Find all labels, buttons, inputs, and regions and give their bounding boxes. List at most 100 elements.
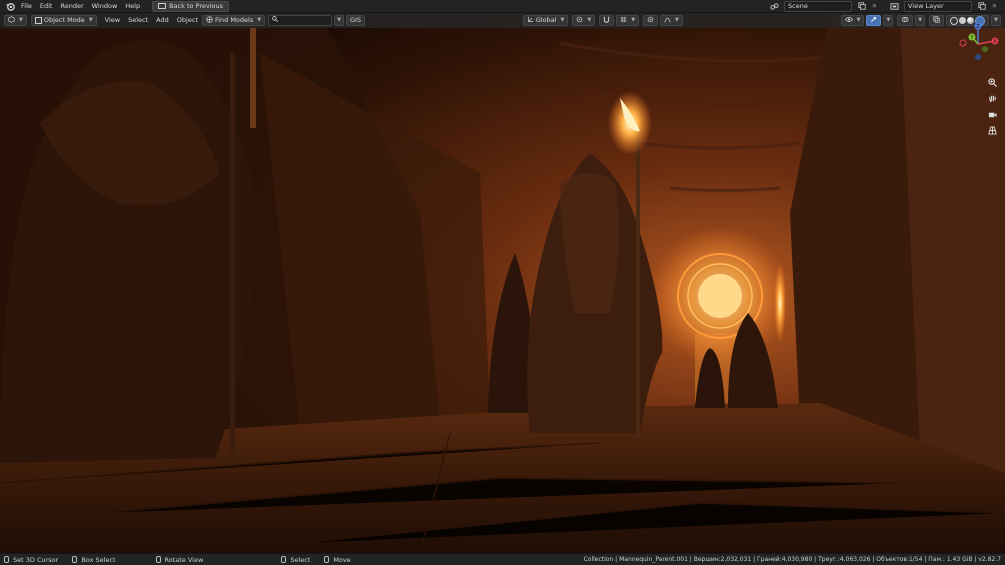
transform-orientation-dropdown[interactable]: Global ▼ xyxy=(522,15,569,26)
overlays-dropdown[interactable]: ▼ xyxy=(915,15,926,26)
magnet-icon xyxy=(603,16,610,26)
xray-icon xyxy=(933,15,940,26)
chevron-down-icon: ▼ xyxy=(631,17,636,23)
screen-icon xyxy=(158,3,167,9)
camera-icon xyxy=(988,112,997,117)
render-scene xyxy=(0,13,1005,553)
status-rotate-view: Rotate View xyxy=(155,555,204,564)
chevron-down-icon: ▼ xyxy=(337,17,341,23)
scene-name-field[interactable]: Scene xyxy=(784,0,852,12)
snap-element-dropdown[interactable]: ▼ xyxy=(616,15,640,26)
gizmo-dropdown[interactable]: ▼ xyxy=(883,15,894,26)
mouse-drag-icon xyxy=(72,556,78,563)
menu-file[interactable]: File xyxy=(17,0,36,13)
grid-perspective-icon xyxy=(987,125,997,135)
chevron-down-icon: ▼ xyxy=(856,17,861,23)
neg-y-axis-handle[interactable] xyxy=(982,46,988,52)
mouse-right-icon xyxy=(281,556,287,563)
navigation-gizmo[interactable]: Z X Y xyxy=(955,21,1001,67)
snap-toggle[interactable] xyxy=(599,15,615,26)
left-staff xyxy=(230,53,235,453)
status-select: Select xyxy=(281,556,310,564)
status-move: Move xyxy=(324,555,351,564)
search-icon xyxy=(272,16,279,25)
pivot-point-dropdown[interactable]: ▼ xyxy=(572,15,596,26)
mouse-left-icon xyxy=(4,556,9,563)
close-scene-icon[interactable]: ✕ xyxy=(869,1,880,12)
mouse-drag-icon xyxy=(324,556,330,563)
chevron-down-icon: ▼ xyxy=(560,17,565,23)
view-layer-icon[interactable] xyxy=(889,1,900,12)
z-axis-label: Z xyxy=(976,24,980,30)
scene-statistics: Collection | Mannequin_Parent.001 | Верш… xyxy=(583,556,1001,563)
globe-icon xyxy=(206,15,213,26)
menu-view[interactable]: View xyxy=(101,14,124,27)
visibility-dropdown[interactable]: ▼ xyxy=(840,15,865,26)
status-box-select-label: Box Select xyxy=(81,555,116,564)
menu-window[interactable]: Window xyxy=(88,0,122,13)
chevron-down-icon: ▼ xyxy=(675,17,679,23)
menu-edit[interactable]: Edit xyxy=(36,0,57,13)
perspective-toggle[interactable] xyxy=(986,124,998,136)
status-move-label: Move xyxy=(333,555,351,564)
overlays-toggle[interactable] xyxy=(897,15,914,26)
camera-view-tool[interactable] xyxy=(986,108,998,120)
find-models-label: Find Models xyxy=(214,16,254,24)
falloff-dropdown[interactable]: ▼ xyxy=(660,15,683,26)
zoom-tool[interactable] xyxy=(986,76,998,88)
pan-tool[interactable] xyxy=(986,92,998,104)
pivot-icon xyxy=(576,16,583,26)
portal-core xyxy=(698,274,742,318)
top-bar: File Edit Render Window Help Back to Pre… xyxy=(0,0,1005,13)
3d-view-icon xyxy=(8,15,15,26)
chevron-down-icon: ▼ xyxy=(257,17,262,23)
eye-icon xyxy=(844,16,853,26)
status-rotate-view-label: Rotate View xyxy=(164,555,204,564)
overlays-icon xyxy=(901,16,909,26)
mode-dropdown[interactable]: Object Mode ▼ xyxy=(30,15,97,26)
right-flame xyxy=(774,263,786,343)
status-box-select: Box Select xyxy=(72,555,116,564)
view-layer-field[interactable]: View Layer xyxy=(904,0,972,12)
status-select-label: Select xyxy=(290,555,311,564)
menu-add[interactable]: Add xyxy=(152,14,173,27)
3d-viewport[interactable] xyxy=(0,13,1005,553)
xray-toggle[interactable] xyxy=(929,15,945,26)
chevron-down-icon: ▼ xyxy=(886,17,891,23)
menu-select[interactable]: Select xyxy=(124,14,152,27)
proportional-edit-toggle[interactable] xyxy=(643,15,659,26)
proportional-edit-icon xyxy=(647,16,654,26)
status-set-cursor: Set 3D Cursor xyxy=(4,556,58,564)
snap-grid-icon xyxy=(620,16,627,26)
axes-icon xyxy=(527,16,534,26)
neg-x-axis-handle[interactable] xyxy=(959,39,967,47)
find-models-dropdown[interactable]: Find Models ▼ xyxy=(201,15,266,26)
search-dropdown-button[interactable]: ▼ xyxy=(334,15,344,26)
chevron-down-icon: ▼ xyxy=(19,17,23,23)
gizmo-icon xyxy=(870,16,877,26)
copy-view-layer-icon[interactable] xyxy=(976,1,987,12)
chevron-down-icon: ▼ xyxy=(587,17,592,23)
orientation-label: Global xyxy=(535,16,557,24)
neg-z-axis-handle[interactable] xyxy=(975,54,981,60)
close-view-layer-icon[interactable]: ✕ xyxy=(989,1,1000,12)
model-search-input[interactable] xyxy=(268,15,333,26)
back-to-previous-button[interactable]: Back to Previous xyxy=(152,0,230,12)
status-set-cursor-label: Set 3D Cursor xyxy=(13,555,59,564)
gis-button[interactable]: GIS xyxy=(345,15,366,26)
menu-help[interactable]: Help xyxy=(121,0,144,13)
back-to-previous-label: Back to Previous xyxy=(169,1,224,10)
zoom-icon xyxy=(987,77,997,87)
chevron-down-icon: ▼ xyxy=(88,17,93,23)
x-axis-label: X xyxy=(993,39,997,45)
mode-label: Object Mode xyxy=(43,16,85,24)
show-gizmo-toggle[interactable] xyxy=(866,15,882,26)
editor-type-button[interactable]: ▼ xyxy=(4,15,27,26)
menu-render[interactable]: Render xyxy=(56,0,87,13)
blender-logo-icon[interactable] xyxy=(5,1,16,12)
viewport-header: ▼ Object Mode ▼ View Select Add Object F… xyxy=(0,13,1005,28)
copy-scene-icon[interactable] xyxy=(856,1,867,12)
object-mode-icon xyxy=(34,17,42,24)
scene-icon[interactable] xyxy=(769,1,780,12)
menu-object[interactable]: Object xyxy=(173,14,202,27)
